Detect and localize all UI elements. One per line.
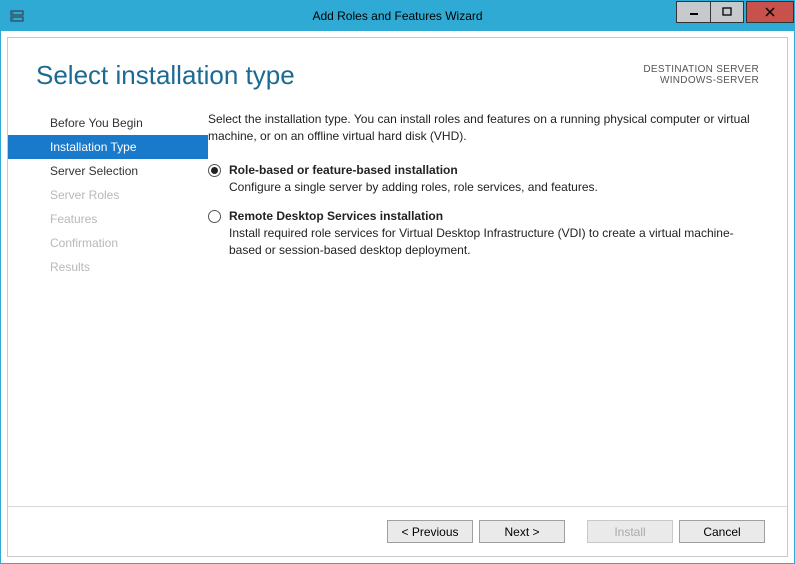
sidebar-item-server-selection[interactable]: Server Selection (8, 159, 208, 183)
sidebar-item-label: Features (50, 212, 97, 226)
header-area: Select installation type DESTINATION SER… (8, 38, 787, 99)
sidebar-item-before-you-begin[interactable]: Before You Begin (8, 111, 208, 135)
sidebar-item-label: Results (50, 260, 90, 274)
radio-icon[interactable] (208, 164, 221, 177)
option-title: Remote Desktop Services installation (229, 209, 759, 223)
intro-text: Select the installation type. You can in… (208, 111, 759, 145)
sidebar-item-label: Before You Begin (50, 116, 143, 130)
close-button[interactable] (746, 1, 794, 23)
destination-block: DESTINATION SERVER WINDOWS-SERVER (643, 60, 759, 86)
option-desc: Configure a single server by adding role… (229, 179, 759, 196)
option-remote-desktop[interactable]: Remote Desktop Services installation Ins… (208, 209, 759, 259)
maximize-button[interactable] (710, 1, 744, 23)
next-button[interactable]: Next > (479, 520, 565, 543)
main-content: Select the installation type. You can in… (208, 111, 759, 506)
option-title: Role-based or feature-based installation (229, 163, 759, 177)
inner-panel: Select installation type DESTINATION SER… (7, 37, 788, 557)
destination-label: DESTINATION SERVER (643, 64, 759, 75)
sidebar-item-label: Installation Type (50, 140, 137, 154)
sidebar-item-installation-type[interactable]: Installation Type (8, 135, 208, 159)
sidebar-item-label: Server Selection (50, 164, 138, 178)
install-button: Install (587, 520, 673, 543)
wizard-steps-sidebar: Before You Begin Installation Type Serve… (8, 111, 208, 506)
window-title: Add Roles and Features Wizard (312, 9, 482, 23)
minimize-button[interactable] (676, 1, 710, 23)
sidebar-item-label: Server Roles (50, 188, 119, 202)
content-area: Before You Begin Installation Type Serve… (8, 99, 787, 506)
option-text: Remote Desktop Services installation Ins… (229, 209, 759, 259)
server-manager-icon (9, 8, 25, 24)
sidebar-item-confirmation: Confirmation (8, 231, 208, 255)
sidebar-item-server-roles: Server Roles (8, 183, 208, 207)
titlebar: Add Roles and Features Wizard (1, 1, 794, 31)
cancel-button[interactable]: Cancel (679, 520, 765, 543)
destination-value: WINDOWS-SERVER (643, 75, 759, 86)
previous-button[interactable]: < Previous (387, 520, 473, 543)
button-bar: < Previous Next > Install Cancel (8, 506, 787, 556)
radio-icon[interactable] (208, 210, 221, 223)
window-controls (676, 1, 794, 23)
option-desc: Install required role services for Virtu… (229, 225, 759, 259)
option-role-based[interactable]: Role-based or feature-based installation… (208, 163, 759, 196)
option-text: Role-based or feature-based installation… (229, 163, 759, 196)
sidebar-item-label: Confirmation (50, 236, 118, 250)
sidebar-item-features: Features (8, 207, 208, 231)
wizard-window: Add Roles and Features Wizard Select ins… (0, 0, 795, 564)
window-body: Select installation type DESTINATION SER… (1, 31, 794, 563)
page-title: Select installation type (36, 60, 295, 91)
sidebar-item-results: Results (8, 255, 208, 279)
